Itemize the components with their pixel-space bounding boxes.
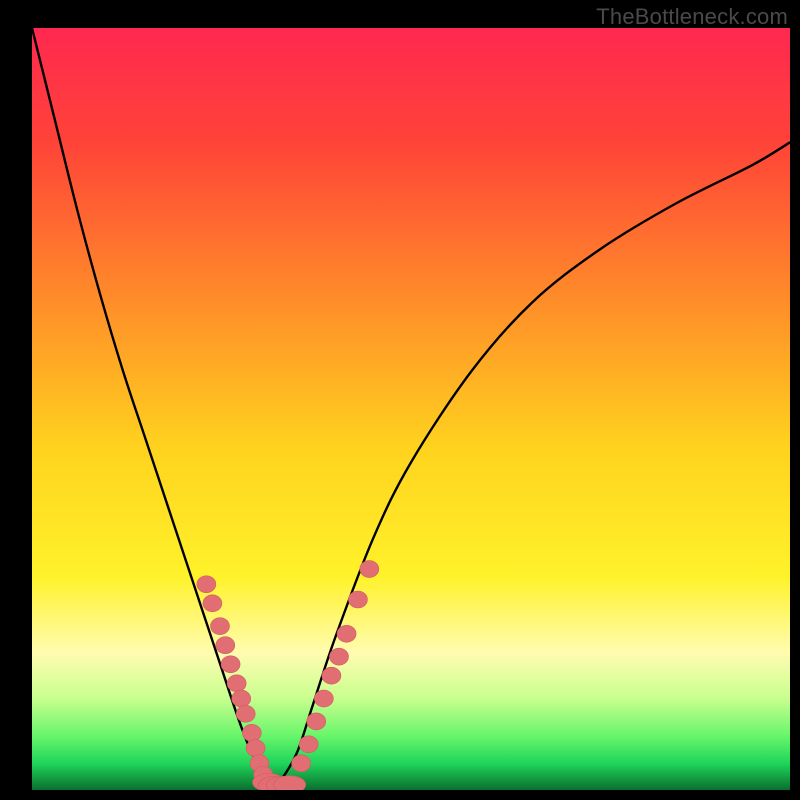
curve-marker bbox=[203, 595, 222, 612]
chart-frame: TheBottleneck.com bbox=[0, 0, 800, 800]
curve-marker bbox=[337, 625, 356, 642]
curve-marker bbox=[348, 591, 367, 608]
attribution-text: TheBottleneck.com bbox=[596, 4, 788, 30]
curve-marker bbox=[307, 713, 326, 730]
bottleneck-chart bbox=[32, 28, 790, 790]
curve-marker bbox=[236, 705, 255, 722]
gradient-background bbox=[32, 28, 790, 790]
curve-marker bbox=[197, 576, 216, 593]
plot-area bbox=[32, 28, 790, 790]
curve-marker bbox=[221, 656, 240, 673]
curve-marker bbox=[210, 618, 229, 635]
curve-marker bbox=[292, 755, 311, 772]
curve-marker bbox=[227, 675, 246, 692]
curve-marker bbox=[299, 736, 318, 753]
curve-marker bbox=[322, 667, 341, 684]
curve-marker bbox=[216, 637, 235, 654]
curve-marker bbox=[246, 740, 265, 757]
curve-marker bbox=[232, 690, 251, 707]
curve-marker bbox=[242, 724, 261, 741]
curve-marker bbox=[329, 648, 348, 665]
curve-marker bbox=[314, 690, 333, 707]
curve-marker bbox=[360, 561, 379, 578]
